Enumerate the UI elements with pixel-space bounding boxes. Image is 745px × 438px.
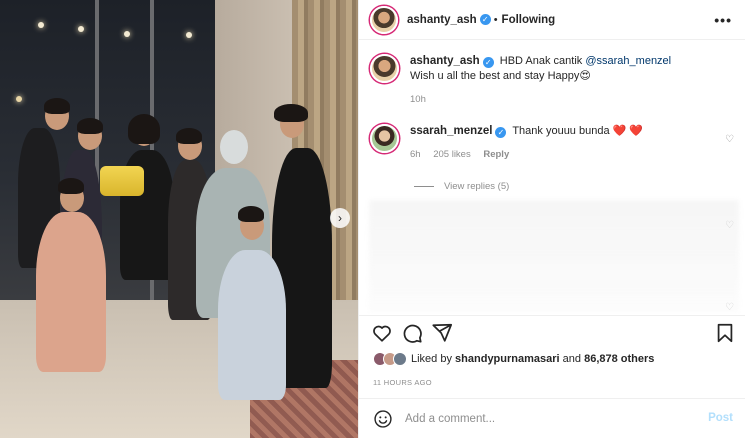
heart-eyes-emoji: 😍 bbox=[579, 70, 591, 82]
reply-button[interactable]: Reply bbox=[483, 149, 509, 160]
comment-input[interactable] bbox=[405, 412, 695, 425]
post-timestamp[interactable]: 11 HOURS AGO bbox=[373, 378, 432, 387]
liked-by-user[interactable]: shandypurnamasari bbox=[455, 353, 560, 365]
commenter-avatar[interactable] bbox=[370, 124, 399, 153]
author-username[interactable]: ashanty_ash bbox=[407, 14, 477, 26]
following-button[interactable]: Following bbox=[502, 14, 556, 26]
commenter-username[interactable]: ssarah_menzel bbox=[410, 125, 492, 137]
post-sidebar: ashanty_ash ✓ • Following ••• ashanty_as… bbox=[358, 0, 745, 438]
comment-like-heart-icon[interactable]: ♡ bbox=[725, 134, 734, 145]
liked-by-label: Liked by bbox=[411, 353, 452, 365]
comment-time[interactable]: 6h bbox=[410, 149, 421, 160]
share-send-icon[interactable] bbox=[431, 322, 453, 344]
liked-joiner: and bbox=[562, 353, 582, 365]
blurred-comments bbox=[369, 200, 739, 312]
child-1 bbox=[36, 212, 106, 372]
action-bar bbox=[359, 315, 745, 351]
verified-badge-icon: ✓ bbox=[479, 14, 491, 25]
comment-likes[interactable]: 205 likes bbox=[433, 149, 471, 160]
author-avatar[interactable] bbox=[370, 5, 398, 34]
header-separator: • bbox=[493, 13, 498, 26]
caption-text: HBD Anak cantik bbox=[499, 55, 583, 67]
verified-badge-icon: ✓ bbox=[495, 127, 507, 138]
emoji-icon[interactable] bbox=[373, 409, 393, 429]
replies-divider bbox=[414, 186, 434, 187]
instagram-post-modal: › ashanty_ash ✓ • Following ••• ashanty_… bbox=[0, 0, 745, 438]
verified-badge-icon: ✓ bbox=[482, 57, 494, 68]
save-bookmark-icon[interactable] bbox=[714, 322, 736, 344]
comments-section: ashanty_ash ✓ HBD Anak cantik @ssarah_men… bbox=[359, 40, 745, 315]
post-header: ashanty_ash ✓ • Following ••• bbox=[359, 0, 745, 40]
comment-item: ssarah_menzel ✓ Thank youuu bunda ❤️ ❤️ 6… bbox=[370, 124, 710, 160]
caption-avatar[interactable] bbox=[370, 54, 399, 83]
comment-icon[interactable] bbox=[401, 322, 423, 344]
view-replies-label: View replies (5) bbox=[444, 181, 510, 192]
caption-line2: Wish u all the best and stay Happy bbox=[410, 70, 580, 82]
likes-summary: Liked by shandypurnamasari and 86,878 ot… bbox=[373, 352, 654, 366]
more-horizontal-icon[interactable]: ••• bbox=[714, 12, 732, 28]
comment-text: Thank youuu bunda bbox=[512, 125, 610, 137]
caption-mention[interactable]: @ssarah_menzel bbox=[585, 55, 671, 67]
caption-time[interactable]: 10h bbox=[410, 94, 426, 105]
birthday-cake bbox=[100, 166, 144, 196]
comment-like-heart-icon[interactable]: ♡ bbox=[725, 302, 734, 313]
child-2-pajamas bbox=[218, 250, 286, 400]
heart-emoji: ❤️ ❤️ bbox=[612, 125, 644, 137]
chevron-right-icon: › bbox=[338, 211, 342, 225]
next-photo-button[interactable]: › bbox=[330, 208, 350, 228]
caption: ashanty_ash ✓ HBD Anak cantik @ssarah_men… bbox=[370, 54, 710, 105]
add-comment-bar: Post bbox=[359, 398, 745, 438]
post-photo[interactable]: › bbox=[0, 0, 358, 438]
view-replies-button[interactable]: View replies (5) bbox=[414, 181, 509, 192]
liker-avatar[interactable] bbox=[393, 352, 407, 366]
comment-like-heart-icon[interactable]: ♡ bbox=[725, 220, 734, 231]
caption-username[interactable]: ashanty_ash bbox=[410, 55, 480, 67]
likes-count[interactable]: 86,878 others bbox=[584, 353, 654, 365]
like-heart-icon[interactable] bbox=[371, 322, 393, 344]
post-comment-button[interactable]: Post bbox=[708, 412, 733, 424]
